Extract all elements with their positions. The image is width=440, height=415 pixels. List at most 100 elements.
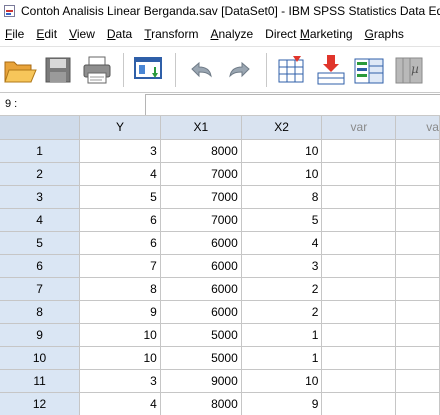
dialog-recall-icon[interactable] bbox=[130, 51, 168, 89]
cell-empty[interactable] bbox=[321, 162, 397, 186]
cell-value-input[interactable] bbox=[145, 94, 440, 115]
cell-y[interactable]: 6 bbox=[79, 208, 161, 232]
cell-empty[interactable] bbox=[395, 392, 440, 415]
cell-x2[interactable]: 4 bbox=[241, 231, 323, 255]
column-header-var[interactable]: var bbox=[321, 116, 397, 140]
cell-y[interactable]: 8 bbox=[79, 277, 161, 301]
cell-x1[interactable]: 6000 bbox=[160, 277, 242, 301]
cell-empty[interactable] bbox=[321, 208, 397, 232]
row-header[interactable]: 9 bbox=[0, 323, 81, 347]
cell-x1[interactable]: 6000 bbox=[160, 254, 242, 278]
row-header[interactable]: 11 bbox=[0, 369, 81, 393]
menu-item[interactable]: Data bbox=[102, 22, 139, 46]
insert-cases-icon[interactable] bbox=[312, 51, 350, 89]
corner-header[interactable] bbox=[0, 116, 81, 140]
menu-item[interactable]: Analyze bbox=[205, 22, 260, 46]
row-header[interactable]: 2 bbox=[0, 162, 81, 186]
open-folder-icon[interactable] bbox=[0, 51, 38, 89]
cell-y[interactable]: 5 bbox=[79, 185, 161, 209]
cell-x1[interactable]: 5000 bbox=[160, 323, 242, 347]
cell-y[interactable]: 9 bbox=[79, 300, 161, 324]
cell-x1[interactable]: 7000 bbox=[160, 208, 242, 232]
row-header[interactable]: 4 bbox=[0, 208, 81, 232]
cell-empty[interactable] bbox=[395, 323, 440, 347]
cell-empty[interactable] bbox=[321, 185, 397, 209]
cell-empty[interactable] bbox=[321, 254, 397, 278]
cell-y[interactable]: 7 bbox=[79, 254, 161, 278]
row-header[interactable]: 12 bbox=[0, 392, 81, 415]
cell-y[interactable]: 4 bbox=[79, 392, 161, 415]
cell-empty[interactable] bbox=[395, 369, 440, 393]
cell-y[interactable]: 3 bbox=[79, 139, 161, 163]
cell-empty[interactable] bbox=[321, 300, 397, 324]
cell-empty[interactable] bbox=[395, 231, 440, 255]
menu-item[interactable]: View bbox=[64, 22, 102, 46]
cell-y[interactable]: 10 bbox=[79, 346, 161, 370]
cell-x1[interactable]: 8000 bbox=[160, 139, 242, 163]
cell-x2[interactable]: 5 bbox=[241, 208, 323, 232]
row-header[interactable]: 3 bbox=[0, 185, 81, 209]
cell-x1[interactable]: 9000 bbox=[160, 369, 242, 393]
row-header[interactable]: 5 bbox=[0, 231, 81, 255]
print-icon[interactable] bbox=[78, 51, 116, 89]
cell-x2[interactable]: 3 bbox=[241, 254, 323, 278]
go-to-case-icon[interactable] bbox=[273, 51, 311, 89]
cell-x1[interactable]: 5000 bbox=[160, 346, 242, 370]
cell-x1[interactable]: 7000 bbox=[160, 185, 242, 209]
cell-y[interactable]: 6 bbox=[79, 231, 161, 255]
cell-x2[interactable]: 9 bbox=[241, 392, 323, 415]
cell-x2[interactable]: 1 bbox=[241, 323, 323, 347]
cell-empty[interactable] bbox=[395, 277, 440, 301]
column-header-y[interactable]: Y bbox=[79, 116, 161, 140]
column-header-var-partial[interactable]: va bbox=[395, 116, 440, 140]
cell-empty[interactable] bbox=[395, 254, 440, 278]
cell-x2[interactable]: 8 bbox=[241, 185, 323, 209]
menu-item[interactable]: Edit bbox=[31, 22, 64, 46]
cell-x2[interactable]: 1 bbox=[241, 346, 323, 370]
cell-x1[interactable]: 7000 bbox=[160, 162, 242, 186]
cell-empty[interactable] bbox=[321, 392, 397, 415]
cell-x2[interactable]: 2 bbox=[241, 277, 323, 301]
cell-x2[interactable]: 10 bbox=[241, 139, 323, 163]
menu-item[interactable]: File bbox=[0, 22, 31, 46]
redo-icon[interactable] bbox=[221, 51, 259, 89]
undo-icon[interactable] bbox=[182, 51, 220, 89]
cell-x2[interactable]: 10 bbox=[241, 369, 323, 393]
cell-empty[interactable] bbox=[395, 162, 440, 186]
cell-x1[interactable]: 6000 bbox=[160, 300, 242, 324]
cell-empty[interactable] bbox=[321, 231, 397, 255]
cell-empty[interactable] bbox=[321, 323, 397, 347]
cell-empty[interactable] bbox=[395, 346, 440, 370]
cell-y[interactable]: 10 bbox=[79, 323, 161, 347]
column-header-x1[interactable]: X1 bbox=[160, 116, 242, 140]
table-row: 7 8 6000 2 bbox=[0, 277, 440, 301]
cell-empty[interactable] bbox=[395, 185, 440, 209]
cell-empty[interactable] bbox=[395, 300, 440, 324]
cell-y[interactable]: 3 bbox=[79, 369, 161, 393]
row-header[interactable]: 7 bbox=[0, 277, 81, 301]
cell-x2[interactable]: 10 bbox=[241, 162, 323, 186]
cell-x2[interactable]: 2 bbox=[241, 300, 323, 324]
cell-empty[interactable] bbox=[321, 346, 397, 370]
spss-app-icon[interactable] bbox=[3, 4, 17, 18]
cell-x1[interactable]: 6000 bbox=[160, 231, 242, 255]
variables-icon[interactable] bbox=[351, 51, 389, 89]
split-file-icon[interactable]: µ bbox=[390, 51, 428, 89]
cell-empty[interactable] bbox=[395, 208, 440, 232]
column-header-x2[interactable]: X2 bbox=[241, 116, 323, 140]
menu-item[interactable]: Graphs bbox=[360, 22, 411, 46]
save-disk-icon[interactable] bbox=[39, 51, 77, 89]
menu-item-prefix: Direct bbox=[265, 27, 300, 41]
cell-empty[interactable] bbox=[321, 139, 397, 163]
row-header[interactable]: 1 bbox=[0, 139, 81, 163]
cell-x1[interactable]: 8000 bbox=[160, 392, 242, 415]
row-header[interactable]: 6 bbox=[0, 254, 81, 278]
menu-item[interactable]: Transform bbox=[139, 22, 205, 46]
row-header[interactable]: 10 bbox=[0, 346, 81, 370]
cell-empty[interactable] bbox=[395, 139, 440, 163]
cell-empty[interactable] bbox=[321, 369, 397, 393]
cell-empty[interactable] bbox=[321, 277, 397, 301]
row-header[interactable]: 8 bbox=[0, 300, 81, 324]
cell-y[interactable]: 4 bbox=[79, 162, 161, 186]
menu-item[interactable]: Direct Marketing bbox=[260, 22, 359, 46]
